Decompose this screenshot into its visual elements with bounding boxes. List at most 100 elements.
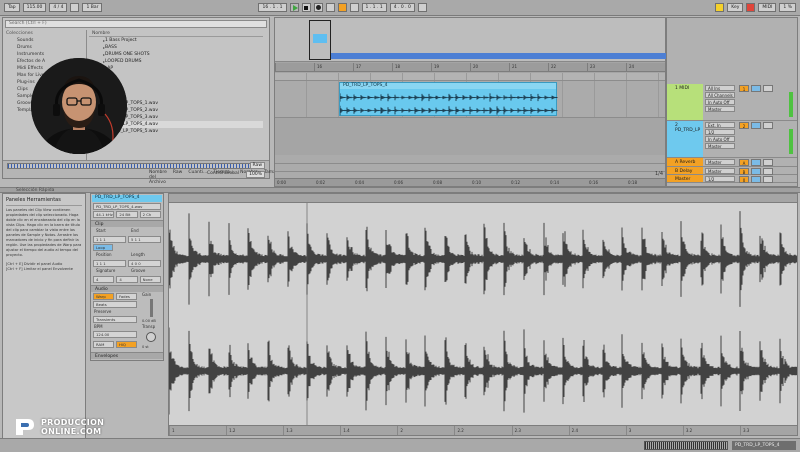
clip-name-field[interactable]: PD_TRD_LP_TOPS_4 bbox=[92, 195, 162, 202]
warp-mode-select[interactable]: Beats bbox=[93, 301, 137, 308]
mixer-track-name[interactable]: 2 PD_TRD_LP bbox=[667, 121, 703, 157]
mixer-track-name[interactable]: A Reverb bbox=[667, 158, 703, 166]
mixer-track-activator[interactable]: 2 bbox=[739, 122, 749, 129]
mixer-routing-out[interactable]: Master bbox=[705, 143, 735, 149]
fades-button[interactable]: Fades bbox=[116, 293, 137, 300]
mixer-track-activator[interactable]: B bbox=[739, 168, 749, 175]
loop-length-field[interactable]: 4 . 0 . 0 bbox=[389, 3, 415, 12]
groove-select[interactable]: None bbox=[139, 276, 161, 283]
time-ruler[interactable]: 0:00 0:02 0:04 0:06 0:08 0:10 0:12 0:14 0:16 0:18 bbox=[275, 178, 665, 186]
browser-column-header[interactable]: Cuanti... bbox=[188, 170, 207, 177]
global-control-value[interactable]: 100% bbox=[246, 171, 265, 178]
mixer-routing-ch[interactable]: All Channels bbox=[705, 92, 735, 98]
mixer-routing-in[interactable]: Ext. In bbox=[705, 122, 735, 128]
record-button[interactable] bbox=[313, 3, 323, 12]
browser-category-item[interactable]: Sounds bbox=[3, 37, 86, 44]
position-field[interactable]: 1 1 1 bbox=[93, 260, 126, 267]
mixer-track-activator[interactable]: 0 bbox=[739, 176, 749, 183]
signature-field[interactable]: 4 / 4 bbox=[49, 3, 68, 12]
mixer-track[interactable]: 1 MIDI All Ins All Channels In Auto Off Mast… bbox=[667, 84, 797, 121]
mixer-routing-out[interactable]: Master bbox=[705, 168, 735, 174]
envelopes-section-header[interactable]: Envelopes bbox=[91, 352, 163, 359]
return-lane-a[interactable] bbox=[275, 155, 665, 164]
mixer-arm-button[interactable] bbox=[763, 85, 773, 92]
clip-section-header[interactable]: Clip bbox=[91, 220, 163, 227]
mixer-track[interactable]: B Delay Master B bbox=[667, 167, 797, 175]
mixer-solo-button[interactable] bbox=[751, 85, 761, 92]
loop-icon[interactable] bbox=[349, 3, 359, 12]
midi-map-button[interactable]: MIDI bbox=[758, 3, 777, 12]
arrangement-overview[interactable] bbox=[275, 18, 737, 62]
bpm-field[interactable]: 124.00 bbox=[93, 331, 137, 338]
preview-waveform[interactable] bbox=[7, 163, 263, 169]
mixer-solo-button[interactable] bbox=[751, 159, 761, 166]
loop-button[interactable]: Loop bbox=[93, 244, 113, 251]
mixer-solo-button[interactable] bbox=[751, 176, 761, 183]
track-lane-midi[interactable] bbox=[275, 73, 665, 81]
signature-numerator[interactable]: 4 bbox=[93, 276, 115, 283]
mixer-routing-monitor[interactable]: In Auto Off bbox=[705, 136, 735, 142]
mixer-solo-button[interactable] bbox=[751, 122, 761, 129]
browser-file-item[interactable]: BASS bbox=[89, 44, 263, 51]
sample-waveform[interactable] bbox=[169, 203, 797, 427]
transpose-knob[interactable] bbox=[146, 332, 156, 342]
midi-map-icon[interactable] bbox=[746, 3, 756, 12]
browser-file-item[interactable]: DRUMS ONE SHOTS bbox=[89, 51, 263, 58]
mixer-track-name[interactable]: Master bbox=[667, 175, 703, 182]
signature-denominator[interactable]: 4 bbox=[116, 276, 138, 283]
browser-column-header[interactable]: Nombre del Archivo bbox=[149, 170, 167, 185]
mixer-arm-button[interactable] bbox=[763, 176, 773, 183]
browser-category-item[interactable]: Instruments bbox=[3, 51, 86, 58]
arrangement-audio-clip[interactable]: PD_TRD_LP_TOPS_4 bbox=[339, 82, 558, 116]
mixer-track-name[interactable]: B Delay bbox=[667, 167, 703, 174]
key-map-button[interactable]: Key bbox=[727, 3, 744, 12]
start-field[interactable]: 1 1 1 bbox=[93, 236, 126, 243]
mixer-track-activator[interactable]: 1 bbox=[739, 85, 749, 92]
loop-start-field[interactable]: 1 . 1 . 1 bbox=[361, 3, 387, 12]
automation-arm-icon[interactable] bbox=[337, 3, 347, 12]
mixer-arm-button[interactable] bbox=[763, 168, 773, 175]
key-map-icon[interactable] bbox=[715, 3, 725, 12]
mixer-track-name[interactable]: 1 MIDI bbox=[667, 84, 703, 120]
mixer-routing-out[interactable]: 1/2 bbox=[705, 176, 735, 182]
length-field[interactable]: 4 0 0 bbox=[128, 260, 161, 267]
mixer-track[interactable]: 2 PD_TRD_LP Ext. In 1/2 In Auto Off Master 2 bbox=[667, 121, 797, 158]
beat-ruler[interactable]: 16 17 18 19 20 21 22 23 24 bbox=[275, 63, 665, 72]
ram-button[interactable]: RAM bbox=[93, 341, 114, 348]
draw-mode-icon[interactable] bbox=[417, 3, 427, 12]
stop-button[interactable] bbox=[301, 3, 311, 12]
end-field[interactable]: 5 1 1 bbox=[128, 236, 161, 243]
mixer-routing-in[interactable]: All Ins bbox=[705, 85, 735, 91]
hiq-button[interactable]: HiQ bbox=[116, 341, 137, 348]
mixer-routing-out[interactable]: Master bbox=[705, 159, 735, 165]
arrangement-position[interactable]: 16 . 1 . 1 bbox=[258, 3, 287, 12]
clip-overview-mini[interactable] bbox=[644, 441, 728, 450]
mixer-solo-button[interactable] bbox=[751, 168, 761, 175]
mixer-routing-out[interactable]: Master bbox=[705, 106, 735, 112]
warp-button[interactable]: Warp bbox=[93, 293, 114, 300]
mixer-track-activator[interactable]: A bbox=[739, 159, 749, 166]
mixer-track[interactable]: Master 1/2 0 bbox=[667, 175, 797, 183]
audio-section-header[interactable]: Audio bbox=[91, 285, 163, 292]
browser-category-item[interactable]: Drums bbox=[3, 44, 86, 51]
mixer-arm-button[interactable] bbox=[763, 122, 773, 129]
mixer-routing-monitor[interactable]: In Auto Off bbox=[705, 99, 735, 105]
play-button[interactable] bbox=[289, 3, 299, 12]
mixer-routing-ch[interactable]: 1/2 bbox=[705, 129, 735, 135]
browser-file-item[interactable]: LOOPED DRUMS bbox=[89, 58, 263, 65]
sample-ruler-bottom[interactable]: 1 1.2 1.3 1.4 2 2.2 2.3 2.4 3 3.2 3.3 bbox=[169, 425, 797, 435]
tempo-field[interactable]: 115.00 bbox=[22, 3, 47, 12]
browser-search-input[interactable]: Search (Ctrl + F) bbox=[5, 20, 267, 28]
quantize-select[interactable]: 1 Bar bbox=[82, 3, 103, 12]
metronome-icon[interactable] bbox=[70, 3, 80, 12]
raw-button[interactable]: Raw bbox=[249, 162, 265, 169]
sample-ruler-top[interactable] bbox=[169, 194, 797, 203]
preserve-select[interactable]: Transients bbox=[93, 316, 137, 323]
browser-column-header[interactable]: Raw bbox=[173, 170, 182, 177]
gain-slider[interactable] bbox=[149, 299, 153, 317]
overdub-icon[interactable] bbox=[325, 3, 335, 12]
browser-file-item[interactable]: 1 Bass Project bbox=[89, 37, 263, 44]
overview-viewport[interactable] bbox=[309, 20, 331, 60]
browser-file-item[interactable]: ...AP bbox=[89, 65, 263, 72]
tap-button[interactable]: Tap bbox=[4, 3, 20, 12]
